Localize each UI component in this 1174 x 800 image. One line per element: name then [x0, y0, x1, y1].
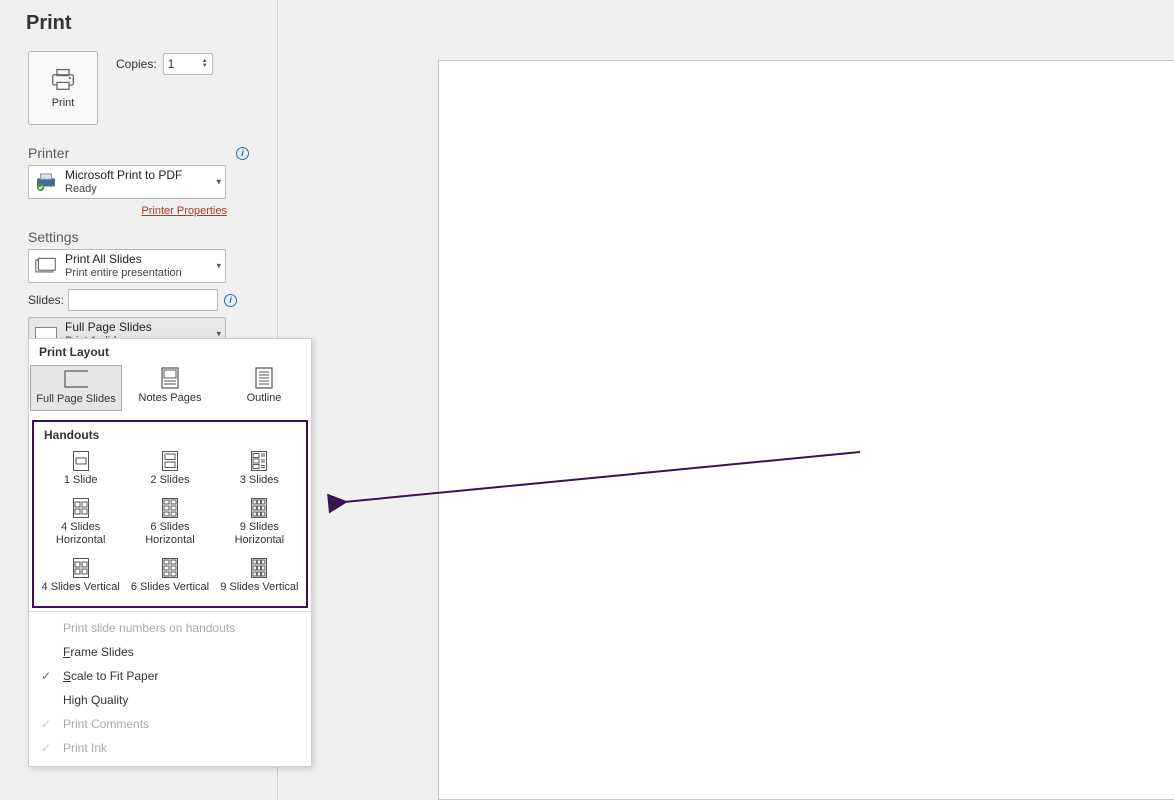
print-button[interactable]: Print: [28, 51, 98, 125]
layout-full-page-slides[interactable]: Full Page Slides: [30, 365, 122, 411]
layout-notes-pages[interactable]: Notes Pages: [124, 365, 216, 411]
layout-outline[interactable]: Outline: [218, 365, 310, 411]
handout-3-slides[interactable]: 3 Slides: [215, 446, 304, 493]
print-layout-label: Print Layout: [29, 339, 311, 363]
printer-status: Ready: [65, 182, 182, 196]
preview-sheet: [438, 60, 1174, 800]
settings-section-header: Settings: [28, 229, 249, 245]
printer-icon: [49, 67, 77, 91]
print-button-label: Print: [52, 97, 75, 109]
handout-9-vertical[interactable]: 9 Slides Vertical: [215, 553, 304, 600]
handouts-highlight-box: Handouts 1 Slide 2 Slides 3 Slides: [32, 420, 308, 608]
handout-4h-icon: [70, 497, 92, 519]
page-title: Print: [26, 12, 249, 35]
opt-print-ink: ✓ Print Ink: [29, 736, 311, 760]
slides-label: Slides:: [28, 293, 64, 307]
layout-flyout-menu: Print Layout Full Page Slides Notes Page…: [28, 338, 312, 767]
opt-high-quality[interactable]: High Quality: [29, 688, 311, 712]
slides-stack-icon: [35, 257, 57, 275]
notes-pages-icon: [158, 368, 182, 388]
handout-6v-icon: [159, 557, 181, 579]
full-page-slides-icon: [64, 369, 88, 389]
outline-icon: [252, 368, 276, 388]
chevron-down-icon: ▾: [216, 177, 221, 188]
opt-print-slide-numbers: Print slide numbers on handouts: [29, 616, 311, 640]
stepper-arrows[interactable]: ▲▼: [202, 59, 208, 69]
printer-dropdown[interactable]: Microsoft Print to PDF Ready ▾: [28, 165, 226, 199]
handout-9-horizontal[interactable]: 9 Slides Horizontal: [215, 493, 304, 553]
opt-scale-to-fit[interactable]: ✓ Scale to Fit Paper: [29, 664, 311, 688]
handout-6h-icon: [159, 497, 181, 519]
handout-4v-icon: [70, 557, 92, 579]
chevron-down-icon: ▾: [216, 261, 221, 272]
printer-section-header: Printer i: [28, 145, 249, 161]
check-icon: ✓: [41, 741, 51, 755]
handout-4-vertical[interactable]: 4 Slides Vertical: [36, 553, 125, 600]
printer-properties-link[interactable]: Printer Properties: [141, 205, 227, 217]
opt-print-comments: ✓ Print Comments: [29, 712, 311, 736]
handout-9v-icon: [248, 557, 270, 579]
printer-ready-icon: [35, 173, 57, 191]
handouts-label: Handouts: [34, 422, 306, 446]
copies-value: 1: [168, 57, 175, 71]
opt-frame-slides[interactable]: Frame Slides: [29, 640, 311, 664]
check-icon: ✓: [41, 717, 51, 731]
handout-6-vertical[interactable]: 6 Slides Vertical: [125, 553, 214, 600]
handout-6-horizontal[interactable]: 6 Slides Horizontal: [125, 493, 214, 553]
handout-2-icon: [159, 450, 181, 472]
print-settings-panel: Print Print Copies: 1 ▲▼: [0, 0, 278, 800]
slides-input[interactable]: [68, 289, 218, 311]
handout-2-slides[interactable]: 2 Slides: [125, 446, 214, 493]
copies-label: Copies:: [116, 57, 157, 71]
check-icon: ✓: [41, 669, 51, 683]
copies-stepper[interactable]: 1 ▲▼: [163, 53, 213, 75]
info-icon[interactable]: i: [236, 147, 249, 160]
print-range-dropdown[interactable]: Print All Slides Print entire presentati…: [28, 249, 226, 283]
handout-3-icon: [248, 450, 270, 472]
handout-1-icon: [70, 450, 92, 472]
print-preview-pane: [278, 0, 1174, 800]
printer-name: Microsoft Print to PDF: [65, 168, 182, 182]
layout-options-list: Print slide numbers on handouts Frame Sl…: [29, 611, 311, 766]
handout-1-slide[interactable]: 1 Slide: [36, 446, 125, 493]
handout-4-horizontal[interactable]: 4 Slides Horizontal: [36, 493, 125, 553]
info-icon[interactable]: i: [224, 294, 237, 307]
handout-9h-icon: [248, 497, 270, 519]
